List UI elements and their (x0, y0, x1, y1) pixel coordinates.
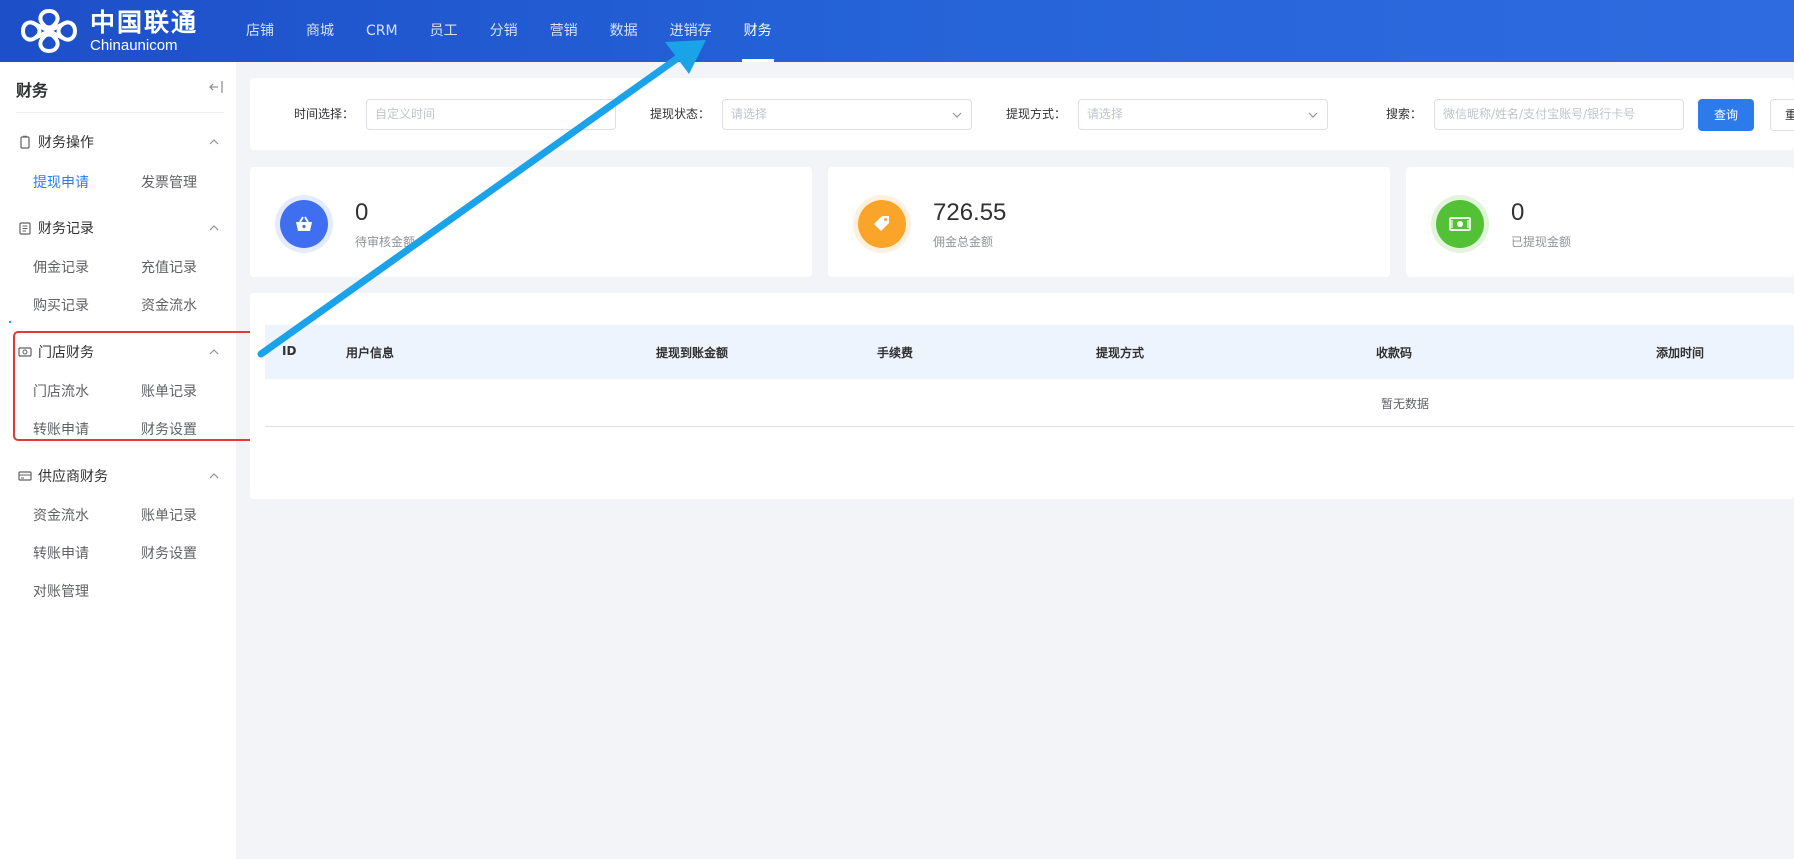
chevron-down-icon (952, 112, 962, 118)
sidebar-item-store-flow[interactable]: 门店流水 (33, 381, 89, 401)
top-nav: 店铺 商城 CRM 员工 分销 营销 数据 进销存 财务 (230, 0, 788, 62)
stat-icon-ring (853, 195, 911, 253)
store-money-icon (18, 347, 32, 357)
basket-icon (280, 200, 328, 248)
sidebar-group-header[interactable]: 财务操作 (18, 132, 220, 152)
collapse-sidebar-icon[interactable] (208, 79, 224, 95)
column-header-added-time: 添加时间 (1656, 346, 1705, 360)
sidebar-item-commission-records[interactable]: 佣金记录 (33, 257, 89, 277)
sidebar-item-transfer-request[interactable]: 转账申请 (33, 419, 89, 439)
column-header-user-info: 用户信息 (346, 346, 395, 360)
sidebar-item-reconciliation[interactable]: 对账管理 (33, 581, 89, 601)
sidebar-item-finance-settings[interactable]: 财务设置 (141, 419, 197, 439)
stat-value: 726.55 (933, 199, 1007, 226)
reset-button[interactable]: 重置 (1770, 99, 1794, 131)
method-select-placeholder: 请选择 (1087, 107, 1124, 121)
tag-icon (858, 200, 906, 248)
stat-icon-ring (1431, 195, 1489, 253)
nav-item-mall[interactable]: 商城 (290, 0, 350, 62)
stat-card-pending: 0 待审核金额 (250, 167, 812, 277)
method-select[interactable]: 请选择 (1078, 99, 1328, 130)
status-select[interactable]: 请选择 (722, 99, 972, 130)
stat-label: 已提现金额 (1511, 235, 1572, 249)
stat-card-withdrawn: 0 已提现金额 (1406, 167, 1794, 277)
sidebar-item-supplier-fund-flow[interactable]: 资金流水 (33, 505, 89, 525)
top-header: 中国联通 Chinaunicom 店铺 商城 CRM 员工 分销 营销 数据 进… (0, 0, 1794, 62)
search-input[interactable]: 微信昵称/姓名/支付宝账号/银行卡号 (1434, 99, 1684, 130)
sidebar-group-header[interactable]: 供应商财务 (18, 466, 220, 486)
method-filter-label: 提现方式： (1006, 107, 1067, 121)
nav-item-inventory[interactable]: 进销存 (654, 0, 728, 62)
status-select-placeholder: 请选择 (731, 107, 768, 121)
status-filter-label: 提现状态： (650, 107, 711, 121)
stat-value: 0 (1511, 199, 1525, 226)
time-range-input[interactable]: 自定义时间 (366, 99, 616, 130)
sidebar-item-purchase-records[interactable]: 购买记录 (33, 295, 89, 315)
ledger-icon (19, 222, 31, 235)
time-filter-label: 时间选择： (294, 107, 355, 121)
nav-item-data[interactable]: 数据 (594, 0, 654, 62)
sidebar-group-label: 门店财务 (38, 345, 94, 361)
table-body: 暂无数据 (265, 379, 1794, 427)
stat-icon-ring (275, 195, 333, 253)
sidebar-item-fund-flow[interactable]: 资金流水 (141, 295, 197, 315)
search-label: 搜索： (1386, 107, 1423, 121)
column-header-received-amount: 提现到账金额 (656, 346, 729, 360)
card-icon (18, 471, 32, 481)
sidebar-item-supplier-transfer-request[interactable]: 转账申请 (33, 543, 89, 563)
column-header-id: ID (282, 344, 297, 358)
chevron-up-icon[interactable] (208, 346, 220, 358)
filter-bar: 时间选择： 自定义时间 提现状态： 请选择 提现方式： 请选择 搜索： 微信昵称… (250, 78, 1794, 150)
nav-item-store[interactable]: 店铺 (230, 0, 290, 62)
column-header-fee: 手续费 (877, 346, 914, 360)
brand-name-cn: 中国联通 (90, 7, 199, 37)
cash-icon (1436, 200, 1484, 248)
clipboard-icon (20, 135, 30, 149)
sidebar-item-invoice-management[interactable]: 发票管理 (141, 172, 197, 192)
sidebar-group-label: 财务操作 (38, 135, 94, 151)
empty-state-text: 暂无数据 (1381, 397, 1430, 411)
stat-label: 待审核金额 (355, 235, 416, 249)
sidebar-group-label: 供应商财务 (38, 469, 108, 485)
nav-item-staff[interactable]: 员工 (414, 0, 474, 62)
sidebar-item-supplier-bill-records[interactable]: 账单记录 (141, 505, 197, 525)
chevron-up-icon[interactable] (208, 222, 220, 234)
sidebar-item-withdraw-request[interactable]: 提现申请 (33, 172, 89, 192)
sidebar-header: 财务 (16, 62, 224, 113)
chevron-up-icon[interactable] (208, 136, 220, 148)
chevron-up-icon[interactable] (208, 470, 220, 482)
sidebar-group-header[interactable]: 门店财务 (18, 342, 220, 362)
stat-value: 0 (355, 199, 369, 226)
nav-item-distribution[interactable]: 分销 (474, 0, 534, 62)
brand-logo[interactable]: 中国联通 Chinaunicom (14, 4, 198, 58)
sidebar-item-bill-records[interactable]: 账单记录 (141, 381, 197, 401)
sidebar-item-recharge-records[interactable]: 充值记录 (141, 257, 197, 277)
table-header: ID 用户信息 提现到账金额 手续费 提现方式 收款码 添加时间 (265, 325, 1794, 379)
brand-name-en: Chinaunicom (90, 36, 178, 54)
sidebar-title: 财务 (16, 81, 49, 100)
withdraw-table-panel: ID 用户信息 提现到账金额 手续费 提现方式 收款码 添加时间 暂无数据 (250, 293, 1794, 499)
nav-item-finance[interactable]: 财务 (728, 0, 788, 62)
annotation-dot (9, 321, 11, 323)
unicom-knot-icon (20, 8, 78, 54)
nav-item-marketing[interactable]: 营销 (534, 0, 594, 62)
stat-card-commission: 726.55 佣金总金额 (828, 167, 1390, 277)
brand-text: 中国联通 Chinaunicom (90, 7, 199, 54)
sidebar-item-supplier-finance-settings[interactable]: 财务设置 (141, 543, 197, 563)
sidebar-group-label: 财务记录 (38, 221, 94, 237)
sidebar: 财务 财务操作 提现申请 发票管理 财务记录 佣金记录 充值记录 购买记录 资金… (0, 62, 236, 859)
column-header-payment-code: 收款码 (1376, 346, 1413, 360)
sidebar-group-header[interactable]: 财务记录 (18, 218, 220, 238)
stat-label: 佣金总金额 (933, 235, 994, 249)
nav-item-crm[interactable]: CRM (350, 0, 414, 62)
chevron-down-icon (1308, 112, 1318, 118)
column-header-method: 提现方式 (1096, 346, 1145, 360)
query-button[interactable]: 查询 (1698, 99, 1754, 131)
